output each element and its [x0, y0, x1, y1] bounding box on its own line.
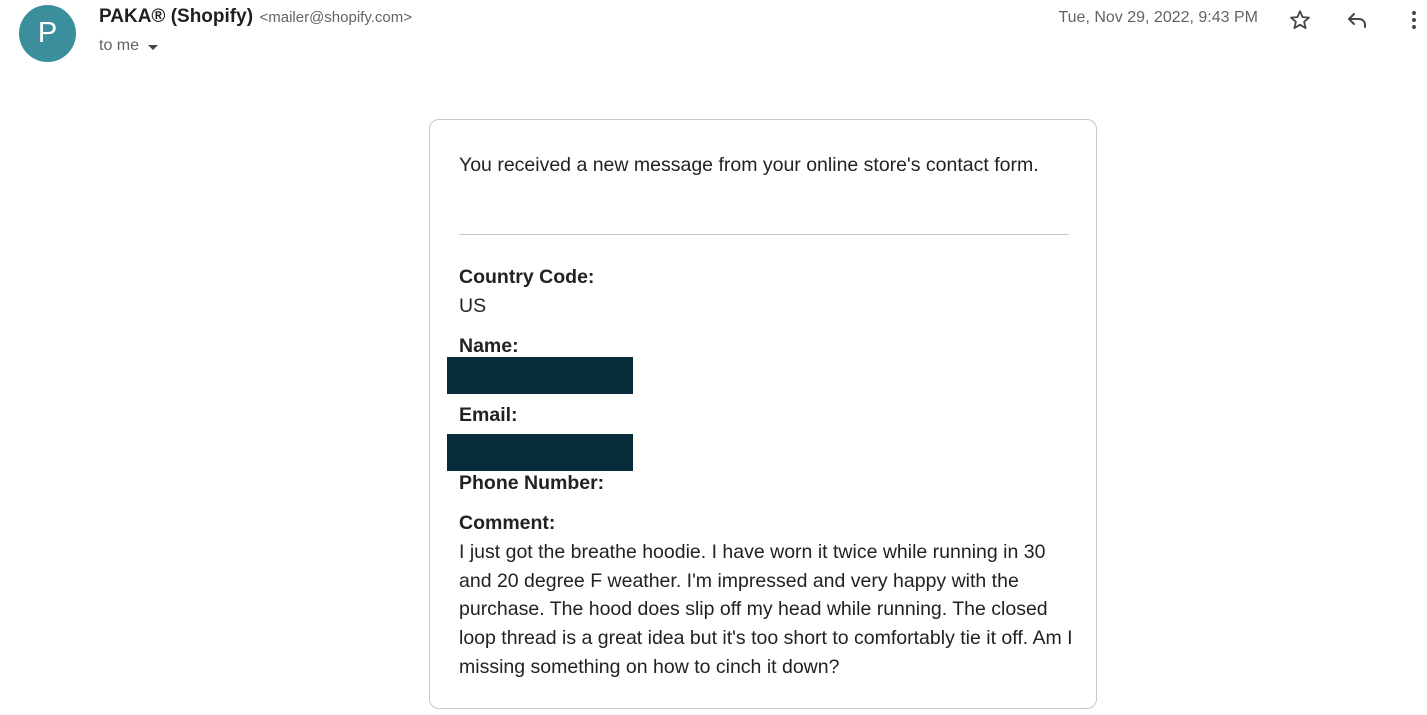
divider [459, 234, 1069, 235]
sender-line: PAKA® (Shopify) <mailer@shopify.com> [99, 6, 412, 28]
email-redaction [447, 434, 633, 471]
phone-number-label: Phone Number: [459, 472, 605, 494]
more-options-button[interactable] [1400, 6, 1427, 34]
sender-avatar[interactable]: P [19, 5, 76, 62]
reply-icon [1348, 13, 1366, 28]
more-vert-icon [1412, 11, 1416, 29]
star-button[interactable] [1286, 6, 1314, 34]
reply-button[interactable] [1343, 6, 1371, 34]
country-code-value: US [459, 295, 487, 317]
star-icon [1290, 10, 1310, 29]
chevron-down-icon[interactable] [148, 44, 159, 50]
email-label: Email: [459, 404, 518, 426]
message-card: You received a new message from your onl… [429, 119, 1097, 709]
message-date: Tue, Nov 29, 2022, 9:43 PM [1058, 9, 1258, 26]
name-redaction [447, 357, 633, 394]
message-intro: You received a new message from your onl… [459, 154, 1039, 176]
sender-name[interactable]: PAKA® (Shopify) [99, 6, 253, 27]
name-label: Name: [459, 335, 519, 357]
comment-text: I just got the breathe hoodie. I have wo… [459, 541, 1073, 678]
recipients-toggle[interactable]: to me [99, 37, 159, 55]
comment-label: Comment: [459, 512, 556, 534]
recipients-label: to me [99, 37, 140, 54]
country-code-label: Country Code: [459, 266, 595, 288]
sender-email: <mailer@shopify.com> [259, 9, 412, 26]
